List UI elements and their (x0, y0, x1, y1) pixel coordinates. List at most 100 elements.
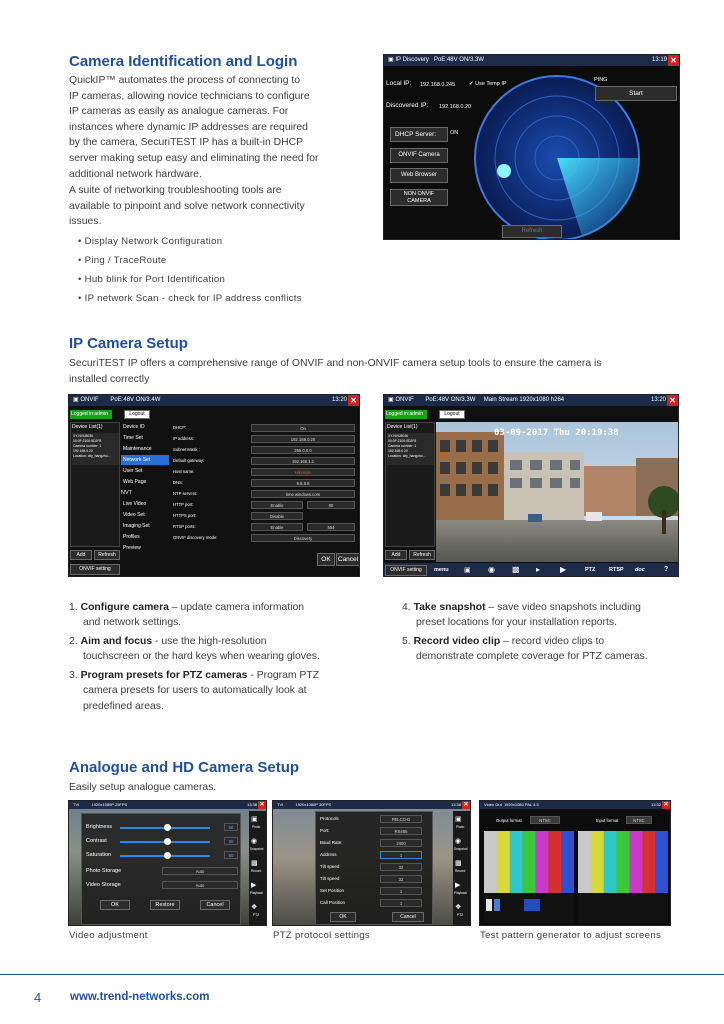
menu-item[interactable]: User Set (123, 468, 142, 474)
record-icon[interactable]: ▩ (512, 565, 520, 574)
dns-field[interactable]: 8.8.8.8 (251, 479, 355, 487)
logout-button[interactable]: Logout (124, 410, 150, 419)
dhcp-field[interactable]: On (251, 424, 355, 432)
output-format-select[interactable]: NTSC (530, 816, 560, 824)
tilt-speed-field[interactable]: 32 (380, 875, 422, 883)
ptz-panel: Protocols PELCO-D Port: RS485 Baud Rate:… (315, 811, 433, 925)
camera-icon[interactable]: ◉ (488, 565, 495, 574)
ntp-field[interactable]: time.windows.com (251, 490, 355, 498)
menu-item[interactable]: Preview (123, 545, 141, 551)
rtsp-port-field[interactable]: 554 (307, 523, 355, 531)
menu-item[interactable]: Device ID (123, 424, 145, 430)
ip-address-field[interactable]: 192.168.0.20 (251, 435, 355, 443)
refresh-button[interactable]: Refresh (94, 550, 120, 560)
input-format-select[interactable]: NTSC (626, 816, 652, 824)
menu-item[interactable]: Maintenance (123, 446, 152, 452)
onvif-camera-button[interactable]: ONVIF Camera (390, 148, 448, 163)
ok-button[interactable]: OK (330, 912, 356, 922)
photo-icon[interactable]: ▣ (455, 815, 462, 823)
ptz-icon[interactable]: ❖ (455, 903, 461, 911)
audio-icon[interactable]: ▸ (536, 565, 540, 574)
device-entry[interactable]: XY-NVU8036 00:0F:2100:5D2F8 Camera numbe… (72, 433, 119, 465)
close-icon[interactable]: ✕ (258, 801, 266, 809)
use-temp-ip-checkbox[interactable]: ✔ Use Temp IP (469, 81, 507, 87)
photo-storage-select[interactable]: Auto (162, 867, 238, 875)
record-icon[interactable]: ▩ (251, 859, 258, 867)
device-entry[interactable]: XY-NVU8036 00:0F:2100:5D2F8 Camera numbe… (387, 433, 434, 465)
non-onvif-camera-button[interactable]: NON ONVIF CAMERA (390, 189, 448, 206)
menu-item[interactable]: Profiles (123, 534, 140, 540)
cancel-button[interactable]: Cancel (200, 900, 230, 910)
saturation-value[interactable]: 50 (224, 851, 238, 859)
http-port-field[interactable]: 80 (307, 501, 355, 509)
video-storage-select[interactable]: Auto (162, 881, 238, 889)
cancel-button[interactable]: Cancel (336, 553, 359, 566)
port-select[interactable]: RS485 (380, 827, 422, 835)
protocol-select[interactable]: PELCO-D (380, 815, 422, 823)
pluge-patch (524, 899, 540, 911)
subnet-mask-field[interactable]: 255.0.0.0 (251, 446, 355, 454)
menu-item-selected[interactable]: Network Set (123, 457, 150, 463)
onvif-setting-button[interactable]: ONVIF setting (385, 565, 427, 576)
logout-button[interactable]: Logout (439, 410, 465, 419)
web-browser-button[interactable]: Web Browser (390, 168, 448, 183)
contrast-value[interactable]: 50 (224, 837, 238, 845)
photo-icon[interactable]: ▣ (251, 815, 258, 823)
snapshot-icon[interactable]: ◉ (455, 837, 461, 845)
ptz-button[interactable]: PTZ (585, 567, 595, 573)
caption-test-pattern: Test pattern generator to adjust screens (480, 930, 662, 941)
menu-item[interactable]: Imaging Set (123, 523, 150, 529)
ptz-icon[interactable]: ❖ (251, 903, 257, 911)
set-position-field[interactable]: 1 (380, 887, 422, 895)
baud-rate-select[interactable]: 2400 (380, 839, 422, 847)
call-position-field[interactable]: 1 (380, 899, 422, 907)
close-icon[interactable]: ✕ (668, 55, 679, 66)
menu-item[interactable]: Time Set (123, 435, 143, 441)
restore-button[interactable]: Restore (150, 900, 180, 910)
menu-item[interactable]: Web Page (123, 479, 146, 485)
menu-item[interactable]: NVT (121, 490, 132, 496)
playback-icon[interactable]: ▶ (455, 881, 460, 889)
record-icon[interactable]: ▩ (455, 859, 462, 867)
menu-button[interactable]: menu (434, 567, 449, 573)
onvif-setting-button[interactable]: ONVIF setting (70, 564, 120, 575)
https-field[interactable]: Disable (251, 512, 303, 520)
ok-button[interactable]: OK (317, 553, 335, 566)
rtsp-enable-field[interactable]: Enable (251, 523, 303, 531)
discovery-mode-field[interactable]: Discovery (251, 534, 355, 542)
help-button[interactable]: ? (664, 566, 668, 573)
slider-handle[interactable] (164, 838, 171, 845)
website-link[interactable]: www.trend-networks.com (70, 991, 210, 1003)
http-enable-field[interactable]: Enable (251, 501, 303, 509)
dhcp-server-button[interactable]: DHCP Server: (390, 127, 448, 142)
slider-handle[interactable] (164, 824, 171, 831)
close-icon[interactable]: ✕ (462, 801, 470, 809)
start-button[interactable]: Start (595, 86, 677, 101)
gateway-field[interactable]: 192.168.1.1 (251, 457, 355, 465)
playback-icon[interactable]: ▶ (251, 881, 256, 889)
snapshot-icon[interactable]: ◉ (251, 837, 257, 845)
slider-handle[interactable] (164, 852, 171, 859)
close-icon[interactable]: ✕ (662, 801, 670, 809)
pluge-strip (578, 893, 668, 923)
refresh-button[interactable]: Refresh (409, 550, 435, 560)
brightness-value[interactable]: 50 (224, 823, 238, 831)
rtsp-button[interactable]: RTSP (609, 567, 624, 573)
cancel-button[interactable]: Cancel (392, 912, 424, 922)
menu-item[interactable]: Live Video (123, 501, 146, 507)
discovered-ip-value: 192.168.0.20 (439, 104, 472, 110)
doc-button[interactable]: doc (635, 567, 645, 573)
host-name-field[interactable]: Hikvision (251, 468, 355, 476)
tilt-speed-field[interactable]: 32 (380, 863, 422, 871)
refresh-button[interactable]: Refresh (502, 225, 562, 238)
ok-button[interactable]: OK (100, 900, 130, 910)
add-button[interactable]: Add (385, 550, 407, 560)
menu-item[interactable]: Video Set (123, 512, 145, 518)
image-icon[interactable]: ▣ (464, 566, 471, 574)
close-icon[interactable]: ✕ (348, 395, 359, 406)
ip-camera-setup-paragraph: SecuriTEST IP offers a comprehensive ran… (69, 358, 602, 385)
address-field[interactable]: 1 (380, 851, 422, 859)
close-icon[interactable]: ✕ (667, 395, 678, 406)
play-icon[interactable]: ▶ (560, 565, 566, 574)
add-button[interactable]: Add (70, 550, 92, 560)
